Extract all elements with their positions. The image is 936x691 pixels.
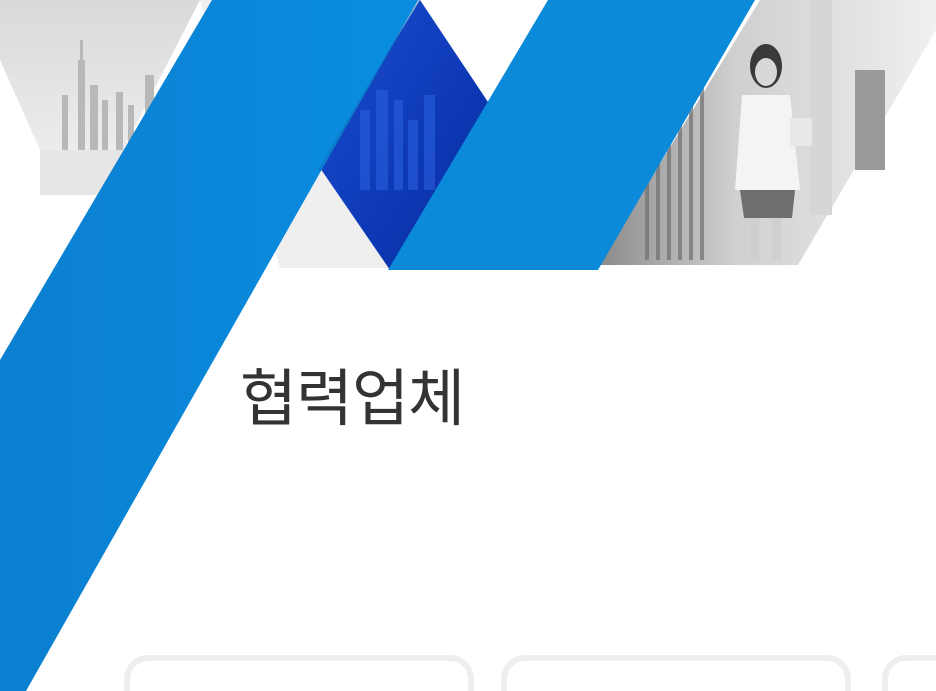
partner-card-2[interactable] [507, 661, 845, 691]
page: 협력업체 [0, 0, 936, 691]
hero-banner [0, 0, 936, 691]
page-title: 협력업체 [240, 362, 465, 435]
partner-card-3[interactable] [888, 661, 936, 691]
partner-card-1[interactable] [130, 661, 468, 691]
